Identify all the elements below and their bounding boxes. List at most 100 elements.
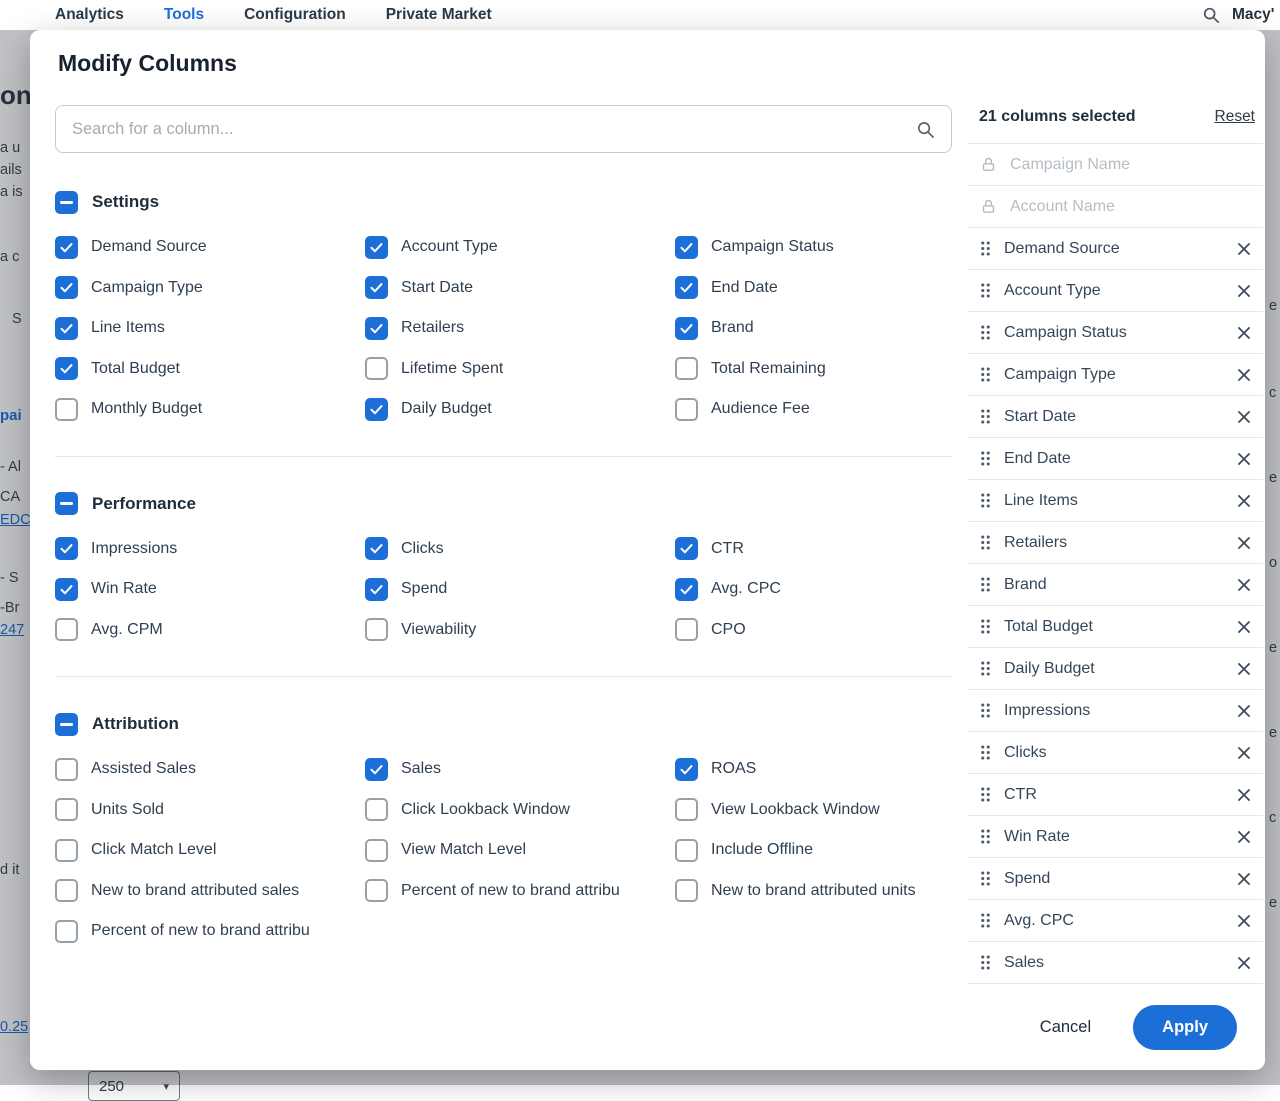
- checkbox-checked[interactable]: [675, 537, 698, 560]
- column-option-ctr[interactable]: CTR: [675, 529, 965, 570]
- column-option-lifetime-spent[interactable]: Lifetime Spent: [365, 349, 675, 390]
- checkbox-unchecked[interactable]: [675, 398, 698, 421]
- column-option-clicks[interactable]: Clicks: [365, 529, 675, 570]
- column-option-percent-of-new-to-brand-attribu[interactable]: Percent of new to brand attribu: [365, 871, 675, 912]
- remove-column-button[interactable]: [1233, 742, 1255, 764]
- checkbox-checked[interactable]: [365, 758, 388, 781]
- column-option-new-to-brand-attributed-sales[interactable]: New to brand attributed sales: [55, 871, 365, 912]
- column-option-account-type[interactable]: Account Type: [365, 227, 675, 268]
- checkbox-checked[interactable]: [675, 317, 698, 340]
- search-icon[interactable]: [1202, 6, 1220, 24]
- drag-handle-icon[interactable]: [980, 366, 991, 383]
- drag-handle-icon[interactable]: [980, 660, 991, 677]
- column-option-line-items[interactable]: Line Items: [55, 308, 365, 349]
- nav-item-analytics[interactable]: Analytics: [55, 6, 124, 24]
- drag-handle-icon[interactable]: [980, 618, 991, 635]
- checkbox-checked[interactable]: [365, 236, 388, 259]
- checkbox-unchecked[interactable]: [675, 798, 698, 821]
- remove-column-button[interactable]: [1233, 280, 1255, 302]
- checkbox-checked[interactable]: [365, 276, 388, 299]
- column-option-click-match-level[interactable]: Click Match Level: [55, 830, 365, 871]
- column-option-click-lookback-window[interactable]: Click Lookback Window: [365, 790, 675, 831]
- column-option-avg-cpc[interactable]: Avg. CPC: [675, 569, 965, 610]
- checkbox-indeterminate[interactable]: [55, 191, 78, 214]
- remove-column-button[interactable]: [1233, 448, 1255, 470]
- checkbox-checked[interactable]: [55, 236, 78, 259]
- column-option-view-match-level[interactable]: View Match Level: [365, 830, 675, 871]
- checkbox-checked[interactable]: [365, 398, 388, 421]
- column-option-percent-of-new-to-brand-attribu[interactable]: Percent of new to brand attribu: [55, 911, 365, 952]
- checkbox-unchecked[interactable]: [55, 920, 78, 943]
- drag-handle-icon[interactable]: [980, 744, 991, 761]
- checkbox-unchecked[interactable]: [365, 839, 388, 862]
- remove-column-button[interactable]: [1233, 238, 1255, 260]
- remove-column-button[interactable]: [1233, 910, 1255, 932]
- column-option-include-offline[interactable]: Include Offline: [675, 830, 965, 871]
- reset-button[interactable]: Reset: [1209, 107, 1262, 127]
- column-option-avg-cpm[interactable]: Avg. CPM: [55, 610, 365, 651]
- nav-item-configuration[interactable]: Configuration: [244, 6, 346, 24]
- column-option-win-rate[interactable]: Win Rate: [55, 569, 365, 610]
- checkbox-unchecked[interactable]: [55, 798, 78, 821]
- column-option-brand[interactable]: Brand: [675, 308, 965, 349]
- checkbox-unchecked[interactable]: [365, 798, 388, 821]
- drag-handle-icon[interactable]: [980, 576, 991, 593]
- remove-column-button[interactable]: [1233, 952, 1255, 974]
- remove-column-button[interactable]: [1233, 574, 1255, 596]
- drag-handle-icon[interactable]: [980, 702, 991, 719]
- checkbox-checked[interactable]: [55, 317, 78, 340]
- column-option-audience-fee[interactable]: Audience Fee: [675, 389, 965, 430]
- column-option-viewability[interactable]: Viewability: [365, 610, 675, 651]
- checkbox-indeterminate[interactable]: [55, 713, 78, 736]
- remove-column-button[interactable]: [1233, 322, 1255, 344]
- column-option-sales[interactable]: Sales: [365, 749, 675, 790]
- checkbox-checked[interactable]: [55, 578, 78, 601]
- column-option-impressions[interactable]: Impressions: [55, 529, 365, 570]
- checkbox-unchecked[interactable]: [365, 879, 388, 902]
- column-option-spend[interactable]: Spend: [365, 569, 675, 610]
- checkbox-unchecked[interactable]: [55, 758, 78, 781]
- drag-handle-icon[interactable]: [980, 534, 991, 551]
- column-search-input[interactable]: [70, 119, 916, 140]
- column-option-total-budget[interactable]: Total Budget: [55, 349, 365, 390]
- column-option-cpo[interactable]: CPO: [675, 610, 965, 651]
- checkbox-checked[interactable]: [365, 317, 388, 340]
- remove-column-button[interactable]: [1233, 364, 1255, 386]
- checkbox-unchecked[interactable]: [365, 618, 388, 641]
- drag-handle-icon[interactable]: [980, 954, 991, 971]
- cancel-button[interactable]: Cancel: [1034, 1017, 1097, 1038]
- drag-handle-icon[interactable]: [980, 240, 991, 257]
- checkbox-checked[interactable]: [675, 236, 698, 259]
- column-option-monthly-budget[interactable]: Monthly Budget: [55, 389, 365, 430]
- drag-handle-icon[interactable]: [980, 828, 991, 845]
- column-option-start-date[interactable]: Start Date: [365, 268, 675, 309]
- column-option-assisted-sales[interactable]: Assisted Sales: [55, 749, 365, 790]
- checkbox-checked[interactable]: [55, 357, 78, 380]
- column-option-end-date[interactable]: End Date: [675, 268, 965, 309]
- drag-handle-icon[interactable]: [980, 450, 991, 467]
- checkbox-checked[interactable]: [365, 537, 388, 560]
- remove-column-button[interactable]: [1233, 826, 1255, 848]
- checkbox-checked[interactable]: [675, 578, 698, 601]
- column-option-total-remaining[interactable]: Total Remaining: [675, 349, 965, 390]
- column-option-new-to-brand-attributed-units[interactable]: New to brand attributed units: [675, 871, 965, 912]
- checkbox-unchecked[interactable]: [55, 618, 78, 641]
- checkbox-unchecked[interactable]: [55, 398, 78, 421]
- column-option-view-lookback-window[interactable]: View Lookback Window: [675, 790, 965, 831]
- remove-column-button[interactable]: [1233, 868, 1255, 890]
- remove-column-button[interactable]: [1233, 532, 1255, 554]
- checkbox-checked[interactable]: [675, 276, 698, 299]
- column-option-retailers[interactable]: Retailers: [365, 308, 675, 349]
- checkbox-indeterminate[interactable]: [55, 492, 78, 515]
- column-option-roas[interactable]: ROAS: [675, 749, 965, 790]
- remove-column-button[interactable]: [1233, 784, 1255, 806]
- remove-column-button[interactable]: [1233, 490, 1255, 512]
- nav-item-tools[interactable]: Tools: [164, 6, 204, 24]
- checkbox-unchecked[interactable]: [675, 839, 698, 862]
- drag-handle-icon[interactable]: [980, 786, 991, 803]
- column-option-daily-budget[interactable]: Daily Budget: [365, 389, 675, 430]
- drag-handle-icon[interactable]: [980, 492, 991, 509]
- nav-item-private-market[interactable]: Private Market: [386, 6, 492, 24]
- checkbox-unchecked[interactable]: [675, 357, 698, 380]
- checkbox-unchecked[interactable]: [365, 357, 388, 380]
